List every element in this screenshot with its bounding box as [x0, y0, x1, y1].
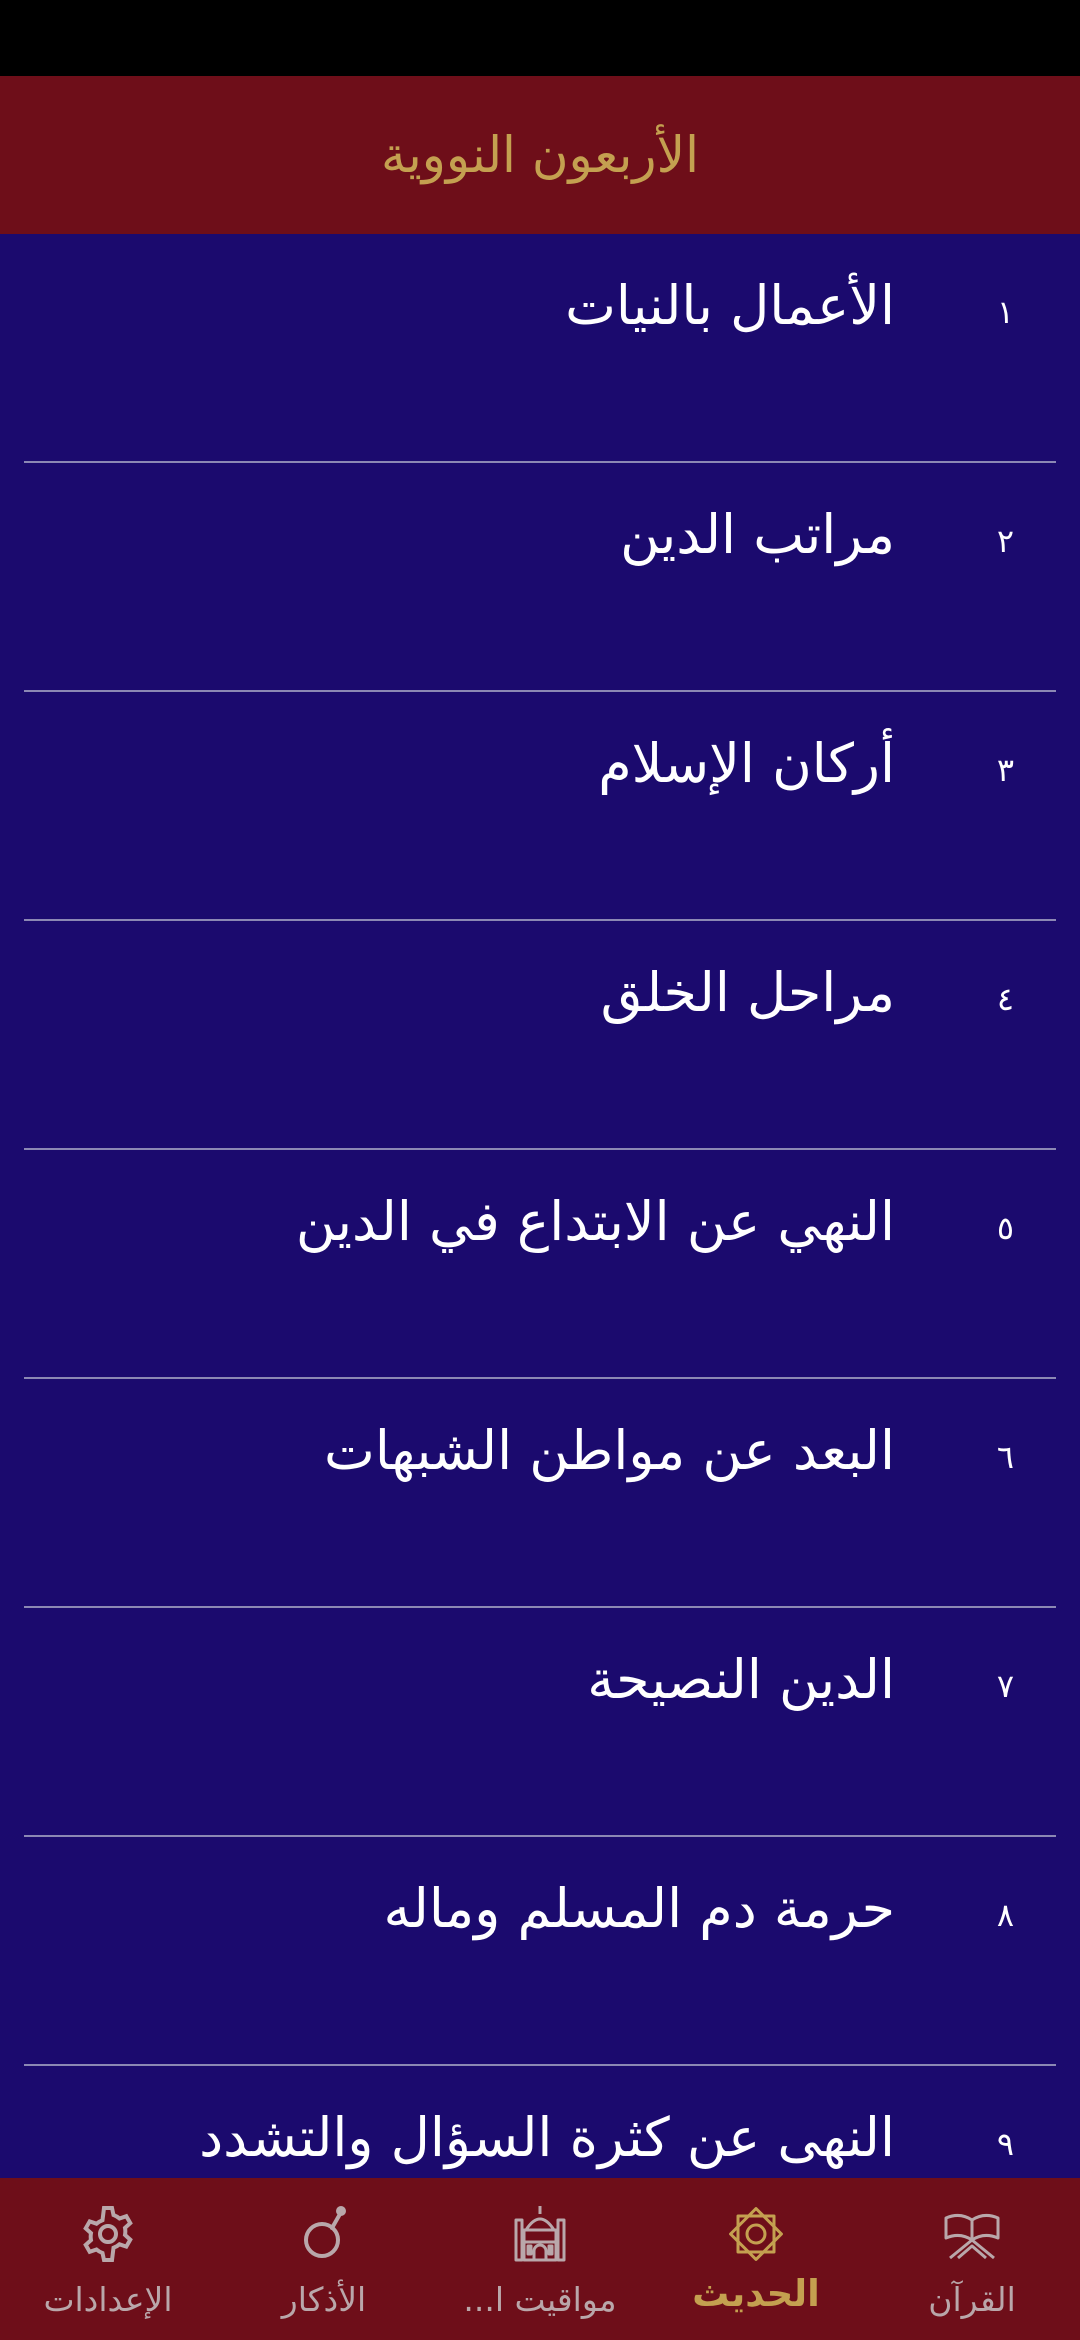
nav-tab-prayer-times[interactable]: مواقيت ا...: [432, 2178, 648, 2340]
hadith-title: النهى عن كثرة السؤال والتشدد: [199, 2106, 895, 2169]
hadith-list-item[interactable]: الدين النصيحة ٧: [0, 1608, 1080, 1837]
hadith-title: مراتب الدين: [620, 503, 895, 566]
hadith-number: ٧: [996, 1667, 1014, 1705]
hadith-list-item[interactable]: النهى عن كثرة السؤال والتشدد ٩: [0, 2066, 1080, 2178]
hadith-title: الأعمال بالنيات: [565, 274, 895, 337]
hadith-list-item[interactable]: الأعمال بالنيات ١: [0, 234, 1080, 463]
nav-label-prayer-times: مواقيت ا...: [463, 2280, 617, 2319]
nav-label-adhkar: الأذكار: [281, 2280, 367, 2319]
nav-tab-adhkar[interactable]: الأذكار: [216, 2178, 432, 2340]
hadith-number: ٣: [996, 751, 1014, 789]
hadith-list-item[interactable]: حرمة دم المسلم وماله ٨: [0, 1837, 1080, 2066]
status-bar: [0, 0, 1080, 76]
quran-book-icon: [940, 2202, 1004, 2266]
hadith-list-item[interactable]: البعد عن مواطن الشبهات ٦: [0, 1379, 1080, 1608]
bottom-nav: الإعدادات الأذكار مواقيت ا... الحديث الق…: [0, 2178, 1080, 2340]
nav-label-settings: الإعدادات: [43, 2280, 173, 2319]
hadith-number: ٤: [996, 980, 1014, 1018]
star-icon: [724, 2202, 788, 2266]
hadith-title: البعد عن مواطن الشبهات: [324, 1419, 895, 1482]
hadith-title: الدين النصيحة: [587, 1648, 895, 1711]
nav-tab-quran[interactable]: القرآن: [864, 2178, 1080, 2340]
nav-label-quran: القرآن: [928, 2280, 1016, 2319]
hadith-title: النهي عن الابتداع في الدين: [295, 1190, 895, 1253]
page-title: الأربعون النووية: [381, 126, 699, 184]
app-header: الأربعون النووية: [0, 76, 1080, 234]
nav-tab-settings[interactable]: الإعدادات: [0, 2178, 216, 2340]
hadith-number: ٥: [996, 1209, 1014, 1247]
hadith-number: ١: [996, 293, 1014, 331]
hadith-list[interactable]: الأعمال بالنيات ١ مراتب الدين ٢ أركان ال…: [0, 234, 1080, 2178]
hadith-title: حرمة دم المسلم وماله: [383, 1877, 895, 1940]
hadith-list-item[interactable]: النهي عن الابتداع في الدين ٥: [0, 1150, 1080, 1379]
gear-icon: [76, 2202, 140, 2266]
hadith-title: أركان الإسلام: [598, 732, 895, 795]
hadith-number: ٨: [996, 1896, 1014, 1934]
hadith-list-item[interactable]: مراتب الدين ٢: [0, 463, 1080, 692]
mosque-icon: [508, 2202, 572, 2266]
hadith-number: ٢: [996, 522, 1014, 560]
nav-label-hadith: الحديث: [692, 2272, 820, 2315]
hadith-list-item[interactable]: أركان الإسلام ٣: [0, 692, 1080, 921]
nav-tab-hadith[interactable]: الحديث: [648, 2178, 864, 2340]
hadith-list-item[interactable]: مراحل الخلق ٤: [0, 921, 1080, 1150]
hadith-number: ٩: [996, 2125, 1014, 2163]
hadith-number: ٦: [996, 1438, 1014, 1476]
hadith-title: مراحل الخلق: [600, 961, 895, 1024]
prayer-beads-icon: [292, 2202, 356, 2266]
